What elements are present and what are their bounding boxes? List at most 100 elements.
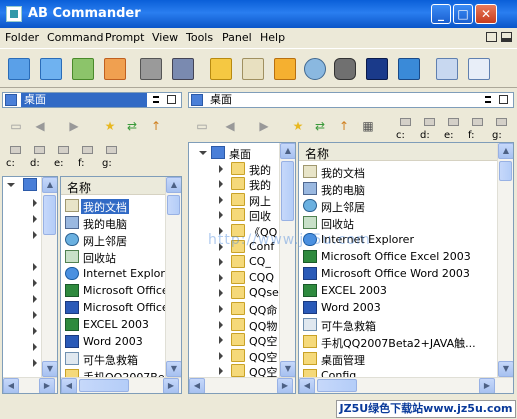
split-horizontal-icon[interactable] xyxy=(501,32,512,42)
panel-layout-icon[interactable] xyxy=(499,95,508,104)
list-item[interactable]: 我的电脑 xyxy=(61,214,165,231)
monitor-icon[interactable] xyxy=(396,56,422,82)
list-item[interactable]: 可牛急救箱 xyxy=(61,350,165,367)
drive-g[interactable]: g: xyxy=(102,146,122,174)
expand-icon[interactable] xyxy=(219,289,223,298)
menu-panel[interactable]: Panel xyxy=(222,31,252,44)
copy2-icon[interactable] xyxy=(38,56,64,82)
right-list-hscroll[interactable]: ◀ ▶ xyxy=(299,377,513,393)
list-item[interactable]: 我的文档 xyxy=(299,163,497,180)
tree-node[interactable]: QQse xyxy=(189,285,279,301)
tree-node[interactable]: 桌面 xyxy=(189,145,279,161)
back-icon[interactable]: ◀ xyxy=(222,118,238,134)
split-vertical-icon[interactable] xyxy=(486,32,497,42)
right-column-header[interactable]: 名称 xyxy=(299,143,497,161)
tree-node[interactable]: QQ物 xyxy=(189,317,279,333)
left-file-list[interactable]: 名称 我的文档 我的电脑 网上邻居 回收站 Internet Explore Micros… xyxy=(60,176,182,394)
expand-icon[interactable] xyxy=(219,258,223,267)
tree-node[interactable]: 我的 xyxy=(189,161,279,177)
tree-node[interactable]: 网上 xyxy=(189,192,279,208)
sync-icon[interactable]: ⇄ xyxy=(312,118,328,134)
expand-icon[interactable] xyxy=(219,305,223,313)
menu-command[interactable]: Command xyxy=(47,31,104,44)
list-item[interactable]: Microsoft Office xyxy=(61,282,165,299)
tree-node[interactable] xyxy=(3,307,43,323)
expand-icon[interactable] xyxy=(219,320,223,329)
folder-open-icon[interactable] xyxy=(208,56,234,82)
left-tree-hscroll[interactable]: ◀ ▶ xyxy=(3,377,57,393)
list-item[interactable]: 回收站 xyxy=(299,214,497,231)
tree-node[interactable]: QQ空 xyxy=(189,348,279,364)
drive-f[interactable]: f: xyxy=(78,146,98,174)
menu-help[interactable]: Help xyxy=(260,31,285,44)
left-list-hscroll[interactable]: ◀ ▶ xyxy=(61,377,181,393)
list-item[interactable]: 可牛急救箱 xyxy=(299,316,497,333)
list-item[interactable]: EXCEL 2003 xyxy=(299,282,497,299)
edit-icon[interactable] xyxy=(240,56,266,82)
right-tree-hscroll[interactable]: ◀ ▶ xyxy=(189,377,295,393)
list-item[interactable]: 回收站 xyxy=(61,248,165,265)
tree-node[interactable] xyxy=(3,275,43,291)
list-item[interactable]: Word 2003 xyxy=(61,333,165,350)
tree-node[interactable] xyxy=(3,355,43,371)
list-item[interactable]: Microsoft Office xyxy=(61,299,165,316)
folder-nav-icon[interactable]: ▭ xyxy=(194,118,210,134)
expand-icon[interactable] xyxy=(219,351,223,360)
tree-node[interactable] xyxy=(3,291,43,307)
tree-node[interactable]: QQ命 xyxy=(189,301,279,317)
tree-node[interactable]: 我的 xyxy=(189,176,279,192)
tree-node[interactable]: 回收 xyxy=(189,207,279,223)
expand-icon[interactable] xyxy=(219,336,223,345)
expand-icon[interactable] xyxy=(199,151,207,155)
tree-node[interactable]: CQQ xyxy=(189,270,279,286)
list-item[interactable]: Microsoft Office Word 2003 xyxy=(299,265,497,282)
drive-e[interactable]: e: xyxy=(54,146,74,174)
menu-prompt[interactable]: Prompt xyxy=(105,31,144,44)
right-list-scrollbar[interactable]: ▲ ▼ xyxy=(497,143,513,377)
list-item[interactable]: 网上邻居 xyxy=(299,197,497,214)
expand-icon[interactable] xyxy=(219,195,223,204)
menu-folder[interactable]: Folder xyxy=(5,31,39,44)
maximize-button[interactable]: □ xyxy=(453,4,473,24)
list-item[interactable]: 我的电脑 xyxy=(299,180,497,197)
copy-icon[interactable] xyxy=(6,56,32,82)
close-button[interactable]: ✕ xyxy=(475,4,497,24)
forward-icon[interactable]: ▶ xyxy=(66,118,82,134)
tree-node[interactable] xyxy=(3,211,43,227)
right-file-list[interactable]: 名称 我的文档 我的电脑 网上邻居 回收站 Internet Explorer Micro… xyxy=(298,142,514,394)
tree-node-desktop[interactable] xyxy=(3,177,43,193)
list-item[interactable]: 桌面管理 xyxy=(299,350,497,367)
left-column-header[interactable]: 名称 xyxy=(61,177,165,195)
tree-node[interactable] xyxy=(3,195,43,211)
up-icon[interactable]: ↑ xyxy=(336,118,352,134)
list-icon[interactable] xyxy=(434,56,460,82)
right-tree-scrollbar[interactable]: ▲ ▼ xyxy=(279,143,295,377)
find-icon[interactable] xyxy=(302,56,328,82)
list-item[interactable]: Microsoft Office Excel 2003 xyxy=(299,248,497,265)
list-item[interactable]: 手机QQ2007Beta2+JAVA触... xyxy=(299,333,497,350)
up-icon[interactable]: ↑ xyxy=(148,118,164,134)
delete-icon[interactable] xyxy=(102,56,128,82)
panel-menu-icon[interactable] xyxy=(485,96,491,103)
expand-icon[interactable] xyxy=(219,164,223,173)
expand-icon[interactable] xyxy=(219,367,223,376)
list-item[interactable]: Internet Explore xyxy=(61,265,165,282)
sync-icon[interactable]: ⇄ xyxy=(124,118,140,134)
expand-icon[interactable] xyxy=(219,211,223,220)
disk-icon[interactable] xyxy=(138,56,164,82)
expand-icon[interactable] xyxy=(219,180,223,189)
drive-c[interactable]: c: xyxy=(6,146,26,174)
grid-icon[interactable]: ▦ xyxy=(360,118,376,134)
list-item[interactable]: 我的文档 xyxy=(61,197,165,214)
menu-tools[interactable]: Tools xyxy=(186,31,213,44)
right-tree-view[interactable]: 桌面 我的 我的 网上 回收 《QQ Conf CQ_ CQQ QQse QQ命 QQ物 QQ空 QQ空 Q… xyxy=(188,142,296,394)
tree-node[interactable] xyxy=(3,227,43,243)
back-icon[interactable]: ◀ xyxy=(32,118,48,134)
panel-menu-icon[interactable] xyxy=(153,96,159,103)
tree-node[interactable] xyxy=(3,323,43,339)
binoculars-icon[interactable] xyxy=(332,56,358,82)
list-item[interactable]: EXCEL 2003 xyxy=(61,316,165,333)
right-path-bar[interactable]: 桌面 xyxy=(188,92,514,108)
fullscreen-icon[interactable] xyxy=(466,56,492,82)
left-path-bar[interactable]: 桌面 xyxy=(2,92,182,108)
